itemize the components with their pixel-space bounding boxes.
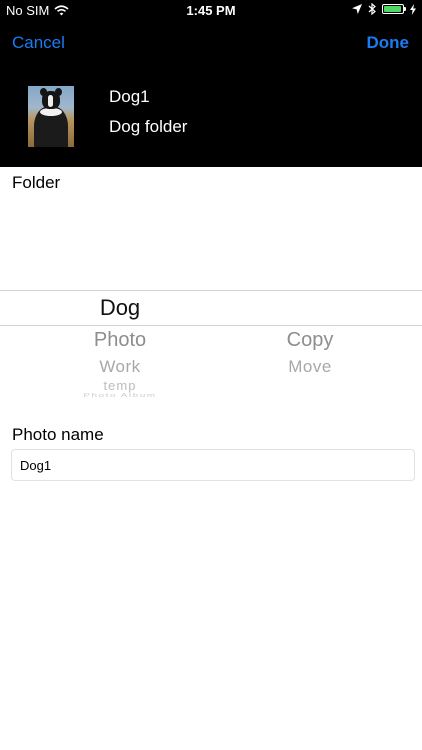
- location-arrow-icon: [352, 4, 362, 14]
- picker-action-option[interactable]: Move: [200, 357, 420, 377]
- dog-collar-shape: [40, 108, 62, 116]
- charging-bolt-icon: [410, 3, 416, 15]
- bluetooth-icon: [368, 3, 376, 15]
- header: No SIM 1:45 PM Cancel Done Dog1 Dog fold…: [0, 0, 422, 167]
- battery-tip: [404, 7, 406, 11]
- picker-action-column[interactable]: Copy Move: [200, 280, 420, 398]
- photo-name-section-label: Photo name: [12, 425, 104, 444]
- battery-level-fill: [384, 6, 402, 12]
- photo-title: Dog1: [109, 87, 150, 106]
- photo-name-input[interactable]: [11, 449, 415, 481]
- battery-icon: [382, 4, 406, 14]
- folder-section-label: Folder: [12, 173, 61, 192]
- photo-thumbnail: [28, 86, 74, 147]
- dog-blaze-shape: [48, 95, 53, 107]
- status-bar: No SIM 1:45 PM: [0, 0, 422, 22]
- picker-action-option[interactable]: Copy: [200, 329, 420, 352]
- done-button[interactable]: Done: [367, 33, 410, 53]
- photo-folder-subtitle: Dog folder: [109, 117, 188, 136]
- status-right-group: [352, 3, 416, 15]
- folder-picker[interactable]: Dog Photo Work temp Photo Album Copy Mov…: [0, 280, 422, 398]
- cancel-button[interactable]: Cancel: [12, 33, 65, 53]
